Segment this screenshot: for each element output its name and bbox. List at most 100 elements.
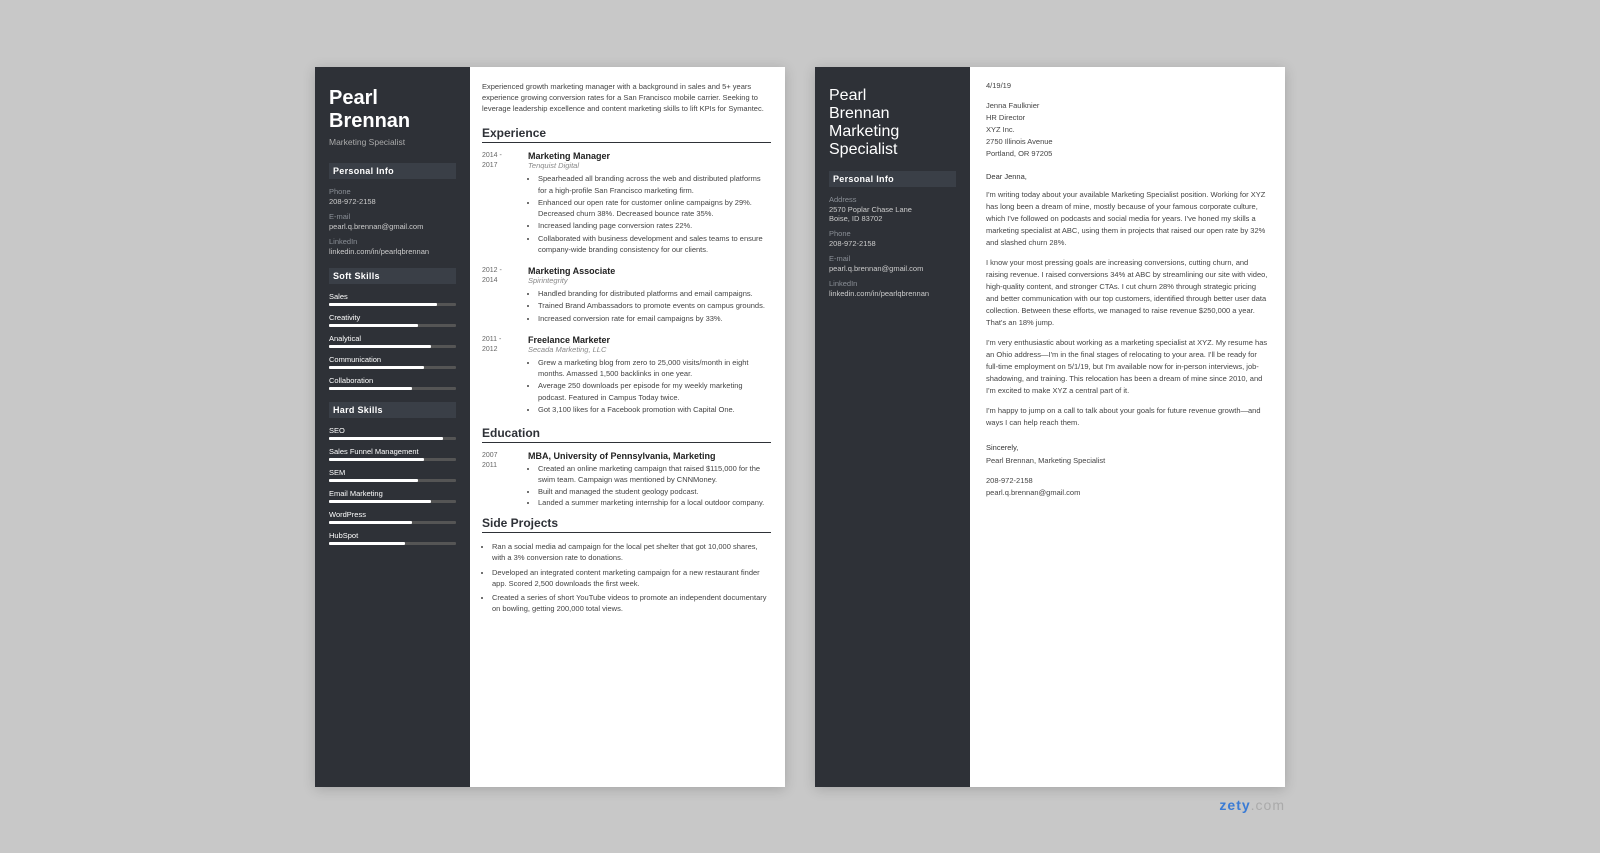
edu-dates: 20072011: [482, 451, 520, 508]
hard-skill-bar-bg: [329, 437, 456, 440]
hard-skill-name: WordPress: [329, 510, 456, 519]
cover-company: XYZ Inc.: [986, 124, 1269, 136]
exp-bullet: Trained Brand Ambassadors to promote eve…: [538, 300, 771, 311]
resume-soft-skills-heading: Soft Skills: [329, 268, 456, 284]
cover-email: pearl.q.brennan@gmail.com: [829, 264, 956, 273]
hard-skill-name: SEO: [329, 426, 456, 435]
soft-skill-item: Collaboration: [329, 376, 456, 390]
cover-title: Marketing Specialist: [829, 123, 956, 159]
exp-bullets: Grew a marketing blog from zero to 25,00…: [528, 357, 771, 415]
exp-body: Marketing Associate Spirintegrity Handle…: [528, 266, 771, 325]
hard-skill-item: Sales Funnel Management: [329, 447, 456, 461]
hard-skill-bar-bg: [329, 479, 456, 482]
cover-paragraph: I'm very enthusiastic about working as a…: [986, 337, 1269, 397]
resume-linkedin: linkedin.com/in/pearlqbrennan: [329, 247, 456, 256]
cover-contact-email: pearl.q.brennan@gmail.com: [986, 487, 1269, 499]
hard-skill-bar-fill: [329, 479, 418, 482]
edu-bullets: Created an online marketing campaign tha…: [528, 463, 771, 508]
exp-bullet: Increased landing page conversion rates …: [538, 220, 771, 231]
resume-email-label: E-mail: [329, 212, 456, 221]
cover-linkedin: linkedin.com/in/pearlqbrennan: [829, 289, 956, 298]
cover-contact-phone: 208-972-2158: [986, 475, 1269, 487]
skill-bar-fill: [329, 324, 418, 327]
cover-name: Pearl Brennan: [829, 87, 956, 123]
resume-hard-skills-heading: Hard Skills: [329, 402, 456, 418]
hard-skill-bar-bg: [329, 500, 456, 503]
cover-first-name: Pearl: [829, 87, 866, 104]
experience-item: 2014 -2017 Marketing Manager Tenquist Di…: [482, 151, 771, 256]
exp-bullets: Spearheaded all branding across the web …: [528, 173, 771, 255]
exp-bullets: Handled branding for distributed platfor…: [528, 288, 771, 324]
cover-last-name: Brennan: [829, 105, 890, 122]
skill-bar-fill: [329, 366, 424, 369]
hard-skill-name: HubSpot: [329, 531, 456, 540]
side-project-item: Developed an integrated content marketin…: [492, 567, 771, 590]
skill-bar-bg: [329, 387, 456, 390]
exp-bullet: Collaborated with business development a…: [538, 233, 771, 256]
hard-skill-bar-fill: [329, 500, 431, 503]
resume-last-name: Brennan: [329, 110, 410, 132]
hard-skill-bar-bg: [329, 458, 456, 461]
exp-bullet: Got 3,100 likes for a Facebook promotion…: [538, 404, 771, 415]
experience-list: 2014 -2017 Marketing Manager Tenquist Di…: [482, 151, 771, 416]
hard-skill-item: HubSpot: [329, 531, 456, 545]
cover-letter-document: Pearl Brennan Marketing Specialist Perso…: [815, 67, 1285, 787]
skill-name: Sales: [329, 292, 456, 301]
skill-name: Collaboration: [329, 376, 456, 385]
experience-item: 2011 -2012 Freelance Marketer Secada Mar…: [482, 335, 771, 416]
hard-skill-item: SEO: [329, 426, 456, 440]
hard-skill-name: SEM: [329, 468, 456, 477]
education-heading: Education: [482, 426, 771, 443]
hard-skills-list: SEO Sales Funnel Management SEM Email Ma…: [329, 426, 456, 545]
edu-bullet: Created an online marketing campaign tha…: [538, 463, 771, 486]
hard-skill-name: Sales Funnel Management: [329, 447, 456, 456]
watermark-brand: zety: [1219, 797, 1250, 813]
resume-phone-label: Phone: [329, 187, 456, 196]
skill-bar-bg: [329, 303, 456, 306]
resume-summary: Experienced growth marketing manager wit…: [482, 81, 771, 115]
exp-bullet: Grew a marketing blog from zero to 25,00…: [538, 357, 771, 380]
education-list: 20072011 MBA, University of Pennsylvania…: [482, 451, 771, 508]
edu-bullet: Built and managed the student geology po…: [538, 486, 771, 497]
resume-document: Pearl Brennan Marketing Specialist Perso…: [315, 67, 785, 787]
hard-skill-bar-fill: [329, 437, 443, 440]
exp-title: Marketing Associate: [528, 266, 771, 276]
hard-skill-bar-bg: [329, 521, 456, 524]
soft-skill-item: Communication: [329, 355, 456, 369]
skill-name: Communication: [329, 355, 456, 364]
hard-skill-bar-fill: [329, 521, 412, 524]
exp-bullet: Enhanced our open rate for customer onli…: [538, 197, 771, 220]
skill-bar-bg: [329, 345, 456, 348]
soft-skill-item: Analytical: [329, 334, 456, 348]
experience-heading: Experience: [482, 126, 771, 143]
skill-name: Analytical: [329, 334, 456, 343]
cover-city-state: Portland, OR 97205: [986, 148, 1269, 160]
hard-skill-bar-fill: [329, 458, 424, 461]
cover-address-label: Address: [829, 195, 956, 204]
resume-linkedin-label: LinkedIn: [329, 237, 456, 246]
hard-skill-item: Email Marketing: [329, 489, 456, 503]
edu-title: MBA, University of Pennsylvania, Marketi…: [528, 451, 771, 461]
cover-date: 4/19/19: [986, 81, 1269, 90]
cover-paragraphs: I'm writing today about your available M…: [986, 189, 1269, 429]
cover-recipient: Jenna Faulknier HR Director XYZ Inc. 275…: [986, 100, 1269, 160]
exp-body: Marketing Manager Tenquist Digital Spear…: [528, 151, 771, 256]
resume-name: Pearl Brennan: [329, 87, 456, 133]
hard-skill-bar-bg: [329, 542, 456, 545]
cover-phone: 208-972-2158: [829, 239, 956, 248]
exp-dates: 2014 -2017: [482, 151, 520, 256]
resume-personal-info-heading: Personal Info: [329, 163, 456, 179]
cover-phone-label: Phone: [829, 229, 956, 238]
hard-skill-bar-fill: [329, 542, 405, 545]
side-projects-list: Ran a social media ad campaign for the l…: [482, 541, 771, 615]
side-project-item: Ran a social media ad campaign for the l…: [492, 541, 771, 564]
hard-skill-name: Email Marketing: [329, 489, 456, 498]
exp-company: Spirintegrity: [528, 276, 771, 285]
skill-name: Creativity: [329, 313, 456, 322]
cover-closing: Sincerely,: [986, 443, 1269, 452]
exp-company: Secada Marketing, LLC: [528, 345, 771, 354]
soft-skill-item: Sales: [329, 292, 456, 306]
cover-address: 2570 Poplar Chase Lane Boise, ID 83702: [829, 205, 956, 223]
exp-title: Marketing Manager: [528, 151, 771, 161]
side-project-item: Created a series of short YouTube videos…: [492, 592, 771, 615]
